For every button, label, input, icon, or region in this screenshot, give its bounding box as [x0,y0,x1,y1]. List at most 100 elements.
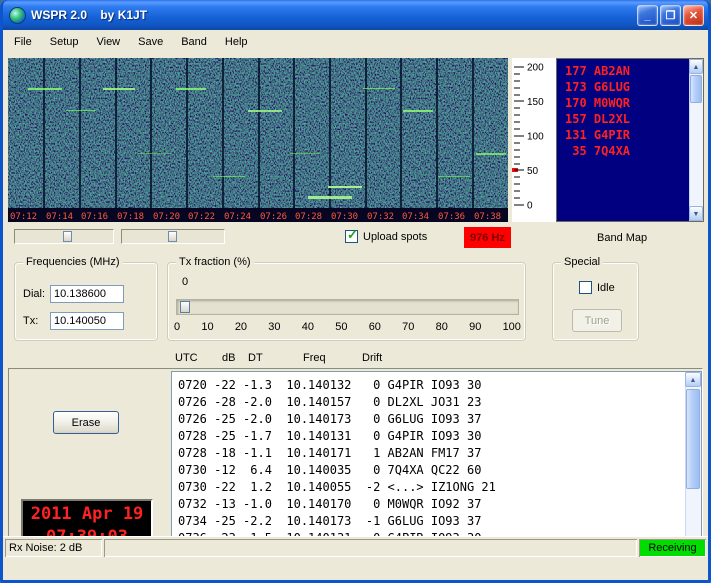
upload-spots-control[interactable]: ✓ Upload spots [345,227,427,243]
waterfall-time-label: 07:38 [474,212,501,222]
scale-label: 30 [268,321,281,333]
decode-row[interactable]: 0732 -13 -1.0 10.140170 0 M0WQR IO92 37 [178,496,701,513]
menu-file[interactable]: File [5,32,41,52]
decode-text-area[interactable]: 0720 -22 -1.3 10.140132 0 G4PIR IO93 30 … [171,371,702,554]
waterfall-display[interactable]: 07:12 07:14 07:16 07:18 07:20 07:22 07:2… [8,58,508,222]
scale-tick-label: 50 [527,166,539,177]
scale-tick-label: 0 [527,201,533,212]
waterfall-image: 07:12 07:14 07:16 07:18 07:20 07:22 07:2… [8,58,508,222]
decode-row[interactable]: 0720 -22 -1.3 10.140132 0 G4PIR IO93 30 [178,377,701,394]
band-map-entry[interactable]: 157 DL2XL [557,111,703,127]
frequencies-group-title: Frequencies (MHz) [23,256,123,268]
decode-row[interactable]: 0726 -25 -2.0 10.140173 0 G6LUG IO93 37 [178,411,701,428]
band-map-entry[interactable]: 170 M0WQR [557,95,703,111]
upload-spots-checkbox[interactable]: ✓ [345,227,358,243]
decode-row[interactable]: 0728 -18 -1.1 10.140171 1 AB2AN FM17 37 [178,445,701,462]
tx-fraction-slider[interactable] [176,299,519,315]
idle-checkbox[interactable] [579,281,592,294]
tx-fraction-value: 0 [182,276,189,288]
receiving-status: Receiving [639,539,706,557]
scroll-up-icon[interactable]: ▲ [689,59,703,74]
band-map-entry[interactable]: 173 G6LUG [557,79,703,95]
scroll-up-icon[interactable]: ▲ [685,372,701,387]
scale-tick-label: 100 [527,132,544,143]
waterfall-gain-slider[interactable] [14,229,114,244]
scale-label: 50 [335,321,348,333]
special-group-title: Special [561,256,604,268]
rx-frequency-badge: 976 Hz [464,227,511,248]
waterfall-time-label: 07:32 [367,212,394,222]
special-group: Special Idle Tune [552,256,639,341]
erase-button[interactable]: Erase [53,411,119,434]
menu-help[interactable]: Help [216,32,257,52]
waterfall-time-label: 07:18 [117,212,144,222]
app-icon [9,6,26,24]
waterfall-time-label: 07:14 [46,212,73,222]
tune-button[interactable]: Tune [572,309,622,332]
decode-scrollbar[interactable]: ▲ ▼ [685,372,701,553]
scale-tick-label: 200 [527,63,544,74]
frequency-ruler: 200 150 100 50 0 [512,63,544,212]
band-map-list: 177 AB2AN 173 G6LUG 170 M0WQR 157 DL2XL … [557,59,703,159]
scrollbar-thumb[interactable] [690,75,702,103]
slider-thumb[interactable] [168,231,177,242]
slider-thumb[interactable] [180,301,190,313]
waterfall-time-label: 07:12 [10,212,37,222]
band-map-entry[interactable]: 35 7Q4XA [557,143,703,159]
band-map-scrollbar[interactable]: ▲ ▼ [689,59,703,221]
decode-table-header: UTC dB DT Freq Drift [3,352,708,366]
header-dt: DT [248,352,263,364]
waterfall-time-label: 07:28 [295,212,322,222]
maximize-button[interactable]: ❐ [660,4,681,26]
band-map-panel[interactable]: 177 AB2AN 173 G6LUG 170 M0WQR 157 DL2XL … [556,58,704,222]
band-map-entry[interactable]: 131 G4PIR [557,127,703,143]
menu-bar: File Setup View Save Band Help [3,30,708,54]
check-icon: ✓ [347,227,358,242]
idle-control[interactable]: Idle [579,281,615,294]
titlebar[interactable]: WSPR 2.0 by K1JT _ ❐ ✕ [3,0,708,30]
decode-row[interactable]: 0726 -28 -2.0 10.140157 0 DL2XL JO31 23 [178,394,701,411]
dial-frequency-input[interactable] [50,285,124,303]
scale-label: 20 [234,321,248,333]
band-map-caption: Band Map [597,232,648,244]
waterfall-time-label: 07:22 [188,212,215,222]
scale-label: 90 [469,321,482,333]
slider-thumb[interactable] [63,231,72,242]
scale-label: 100 [502,321,521,333]
scrollbar-thumb[interactable] [686,389,700,489]
header-utc: UTC [175,352,198,364]
clock-date: 2011 Apr 19 [30,503,144,524]
decode-frame: Erase 2011 Apr 19 07:39:03 0720 -22 -1.3… [8,368,703,556]
decode-row[interactable]: 0730 -12 6.4 10.140035 0 7Q4XA QC22 60 [178,462,701,479]
menu-view[interactable]: View [87,32,129,52]
frequencies-group: Frequencies (MHz) Dial: Tx: [14,256,158,341]
waterfall-time-label: 07:26 [260,212,287,222]
tx-fraction-group-title: Tx fraction (%) [176,256,254,268]
header-db: dB [222,352,236,364]
waterfall-contrast-slider[interactable] [121,229,225,244]
rx-noise-status: Rx Noise: 2 dB [5,539,102,557]
window-title: WSPR 2.0 by K1JT [31,8,148,22]
dial-label: Dial: [23,288,46,300]
menu-setup[interactable]: Setup [41,32,88,52]
menu-band[interactable]: Band [172,32,216,52]
waterfall-time-label: 07:16 [81,212,108,222]
close-button[interactable]: ✕ [683,4,704,26]
status-spacer [104,539,637,557]
scale-label: 40 [301,321,314,333]
decode-row[interactable]: 0730 -22 1.2 10.140055 -2 <...> IZ1ONG 2… [178,479,701,496]
status-bar: Rx Noise: 2 dB Receiving [3,536,708,558]
tx-frequency-input[interactable] [50,312,124,330]
waterfall-time-label: 07:30 [331,212,358,222]
minimize-button[interactable]: _ [637,4,658,26]
header-drift: Drift [362,352,383,364]
menu-save[interactable]: Save [129,32,172,52]
waterfall-time-label: 07:20 [153,212,180,222]
scale-label: 60 [368,321,381,333]
wspr-window: WSPR 2.0 by K1JT _ ❐ ✕ File Setup View S… [0,0,711,583]
decode-list: 0720 -22 -1.3 10.140132 0 G4PIR IO93 30 … [172,372,701,547]
scroll-down-icon[interactable]: ▼ [689,206,703,221]
band-map-entry[interactable]: 177 AB2AN [557,63,703,79]
decode-row[interactable]: 0734 -25 -2.2 10.140173 -1 G6LUG IO93 37 [178,513,701,530]
decode-row[interactable]: 0728 -25 -1.7 10.140131 0 G4PIR IO93 30 [178,428,701,445]
